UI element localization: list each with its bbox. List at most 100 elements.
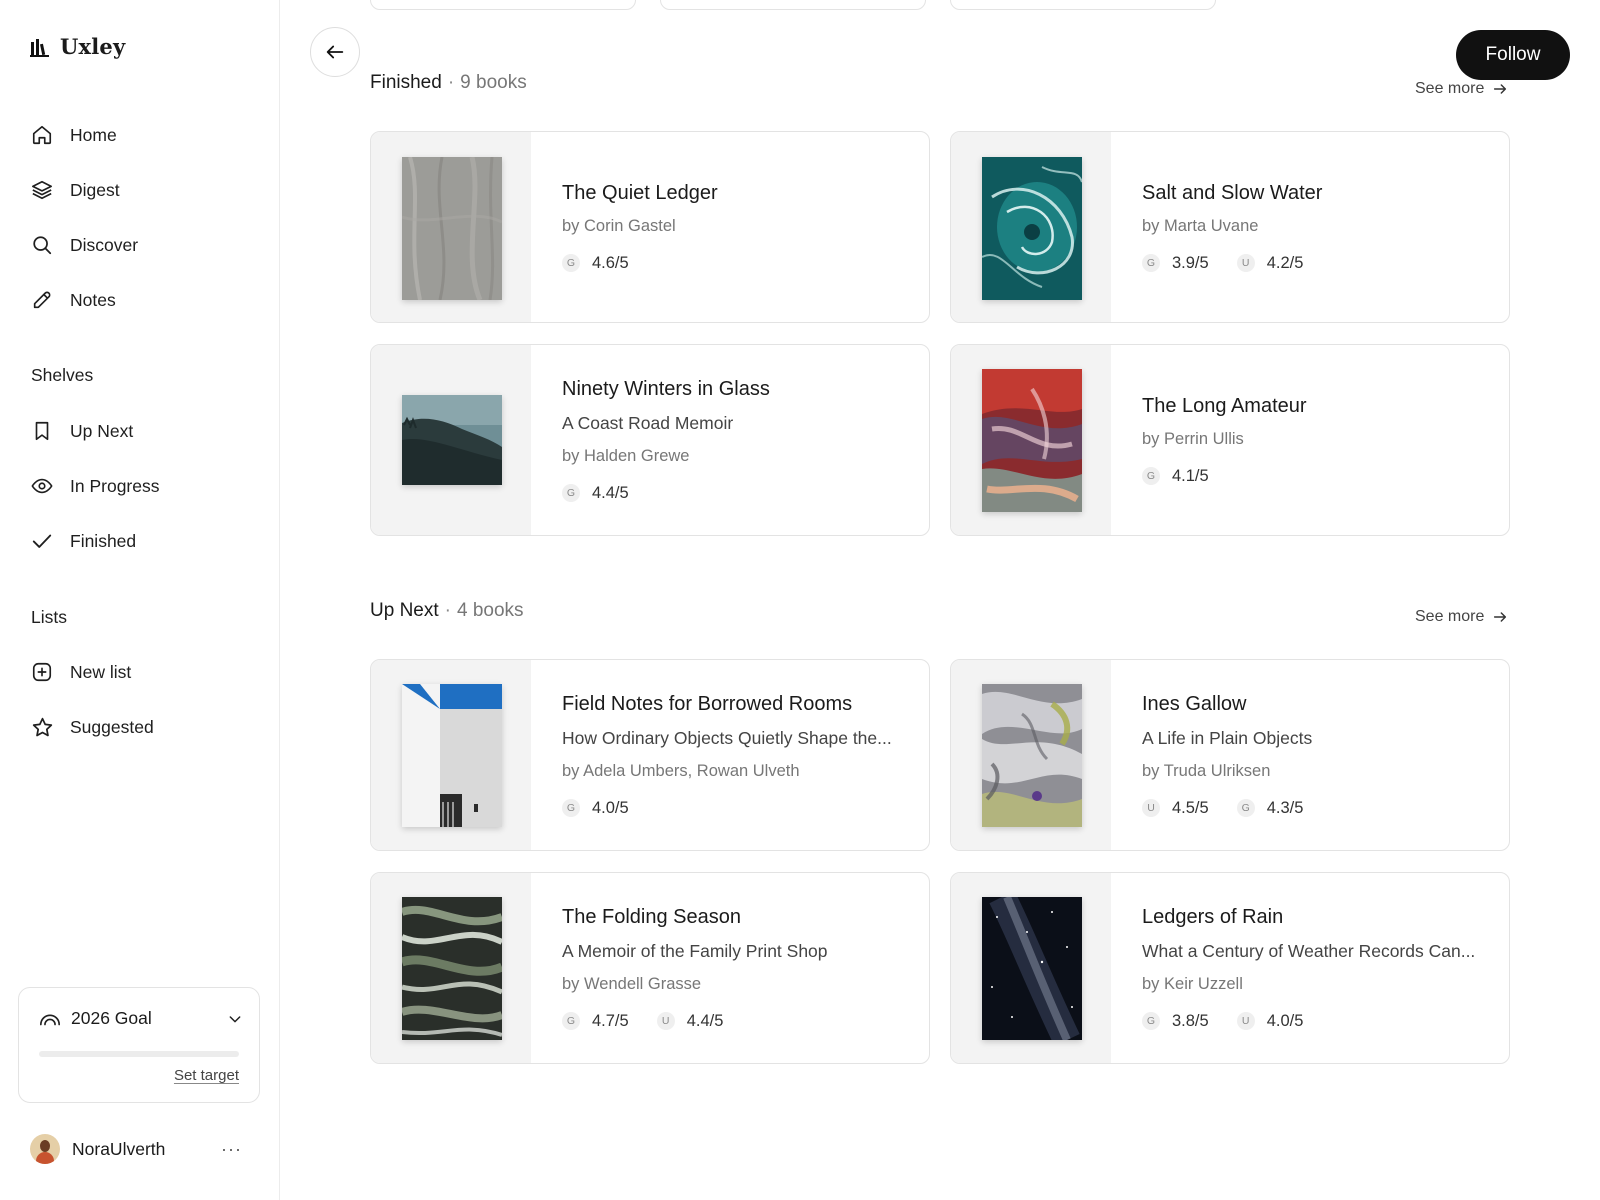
book-cover-area	[951, 345, 1111, 535]
book-info: Ines Gallow A Life in Plain Objects by T…	[1142, 660, 1489, 850]
shelves-heading: Shelves	[31, 365, 94, 385]
rating-source-badge: G	[562, 799, 580, 817]
nav-notes[interactable]: Notes	[30, 285, 116, 315]
section-title: Finished	[370, 72, 442, 93]
rating-source-badge: U	[1236, 1012, 1255, 1030]
nav-digest[interactable]: Digest	[30, 175, 120, 205]
rating-source-badge: G	[1142, 254, 1160, 272]
follow-button[interactable]: Follow	[1456, 30, 1570, 80]
book-card[interactable]: The Folding Season A Memoir of the Famil…	[370, 872, 930, 1064]
book-card[interactable]: Salt and Slow Water by Marta Uvane G 3.9…	[950, 131, 1510, 323]
goal-progress-bar	[39, 1051, 239, 1057]
book-cover-area	[371, 132, 531, 322]
arrow-right-icon	[1494, 84, 1507, 94]
book-subtitle: A Life in Plain Objects	[1142, 727, 1313, 748]
rating: G 4.4/5	[562, 484, 629, 503]
eye-icon	[30, 474, 54, 498]
shelf-finished-label: Finished	[70, 530, 137, 551]
back-button[interactable]	[310, 27, 360, 77]
nav-home[interactable]: Home	[30, 120, 117, 150]
book-author: by Wendell Grasse	[562, 974, 702, 993]
partial-card	[950, 0, 1216, 10]
book-card[interactable]: The Long Amateur by Perrin Ullis G 4.1/5	[950, 344, 1510, 536]
book-ratings: G 4.4/5	[562, 484, 909, 503]
book-ratings: U 4.5/5 G 4.3/5	[1142, 799, 1489, 818]
rating: G 4.7/5	[562, 1012, 629, 1031]
book-cover	[982, 369, 1082, 512]
nav-digest-label: Digest	[70, 179, 120, 200]
app-logo[interactable]: Uxley	[30, 34, 125, 59]
book-cover	[402, 395, 502, 485]
book-author: by Perrin Ullis	[1142, 429, 1244, 448]
book-card[interactable]: Field Notes for Borrowed Rooms How Ordin…	[370, 659, 930, 851]
book-card[interactable]: Ines Gallow A Life in Plain Objects by T…	[950, 659, 1510, 851]
book-cover	[402, 157, 502, 300]
check-icon	[30, 529, 54, 553]
rating-value: 4.3/5	[1266, 798, 1304, 817]
book-author: by Truda Ulriksen	[1142, 761, 1271, 780]
rating: U 4.4/5	[656, 1011, 724, 1031]
book-cover-area	[951, 873, 1111, 1063]
book-cover	[402, 684, 502, 827]
see-more-label: See more	[1415, 608, 1485, 625]
shelf-in-progress[interactable]: In Progress	[30, 471, 159, 501]
rating-value: 4.2/5	[1266, 253, 1304, 272]
rating-source-badge: G	[562, 1012, 580, 1030]
book-author: by Corin Gastel	[562, 216, 676, 235]
rating-source-badge: U	[656, 1012, 675, 1030]
nav-discover[interactable]: Discover	[30, 230, 138, 260]
rating-value: 4.4/5	[592, 483, 629, 502]
book-title: Ninety Winters in Glass	[562, 377, 770, 400]
nav-home-label: Home	[70, 124, 117, 145]
book-title: The Quiet Ledger	[562, 181, 718, 204]
book-title: The Long Amateur	[1142, 394, 1307, 417]
chevron-down-icon[interactable]	[227, 1011, 243, 1027]
section-count: 9 books	[460, 72, 527, 93]
goal-header[interactable]: 2026 Goal	[39, 1008, 243, 1029]
shelf-up-next[interactable]: Up Next	[30, 416, 133, 446]
list-suggested[interactable]: Suggested	[30, 712, 154, 742]
nav-notes-label: Notes	[70, 289, 116, 310]
arrow-right-icon	[1494, 612, 1507, 622]
book-info: The Quiet Ledger by Corin Gastel G 4.6/5	[562, 132, 909, 322]
star-icon	[30, 715, 54, 739]
rating-value: 4.0/5	[592, 798, 629, 817]
main-content: Follow Finished · 9 books See more The Q…	[280, 0, 1600, 1200]
section-header-up-next: Up Next · 4 books	[370, 600, 524, 622]
book-info: The Long Amateur by Perrin Ullis G 4.1/5	[1142, 345, 1489, 535]
list-new[interactable]: New list	[30, 657, 131, 687]
more-options-icon[interactable]: ···	[221, 1139, 242, 1160]
rating-value: 4.6/5	[592, 253, 629, 272]
book-ratings: G 4.0/5	[562, 799, 909, 818]
book-cover	[982, 897, 1082, 1040]
book-ratings: G 3.9/5 U 4.2/5	[1142, 254, 1489, 273]
rating-value: 4.0/5	[1266, 1011, 1304, 1030]
book-cover-area	[371, 660, 531, 850]
avatar	[30, 1134, 60, 1164]
book-title: Ines Gallow	[1142, 692, 1247, 715]
lists-heading: Lists	[31, 607, 67, 627]
rating-value: 3.8/5	[1172, 1011, 1209, 1030]
rating-value: 3.9/5	[1172, 253, 1209, 272]
book-cover	[982, 157, 1082, 300]
set-target-link[interactable]: Set target	[174, 1067, 239, 1084]
book-subtitle: A Memoir of the Family Print Shop	[562, 940, 828, 961]
user-profile[interactable]: NoraUlverth ···	[30, 1131, 242, 1167]
rating-value: 4.5/5	[1172, 798, 1209, 817]
see-more-finished[interactable]: See more	[1415, 80, 1508, 98]
book-author: by Adela Umbers, Rowan Ulveth	[562, 761, 800, 780]
see-more-up-next[interactable]: See more	[1415, 608, 1508, 626]
book-title: The Folding Season	[562, 905, 742, 928]
book-info: Ninety Winters in Glass A Coast Road Mem…	[562, 345, 909, 535]
book-author: by Halden Grewe	[562, 446, 690, 465]
book-card[interactable]: The Quiet Ledger by Corin Gastel G 4.6/5	[370, 131, 930, 323]
book-cover-area	[371, 873, 531, 1063]
rating-value: 4.4/5	[686, 1011, 724, 1030]
book-author: by Keir Uzzell	[1142, 974, 1243, 993]
shelf-finished[interactable]: Finished	[30, 526, 136, 556]
book-card[interactable]: Ninety Winters in Glass A Coast Road Mem…	[370, 344, 930, 536]
book-card[interactable]: Ledgers of Rain What a Century of Weathe…	[950, 872, 1510, 1064]
arrow-left-icon	[326, 45, 344, 59]
book-title: Ledgers of Rain	[1142, 905, 1284, 928]
book-ratings: G 4.6/5	[562, 254, 909, 273]
